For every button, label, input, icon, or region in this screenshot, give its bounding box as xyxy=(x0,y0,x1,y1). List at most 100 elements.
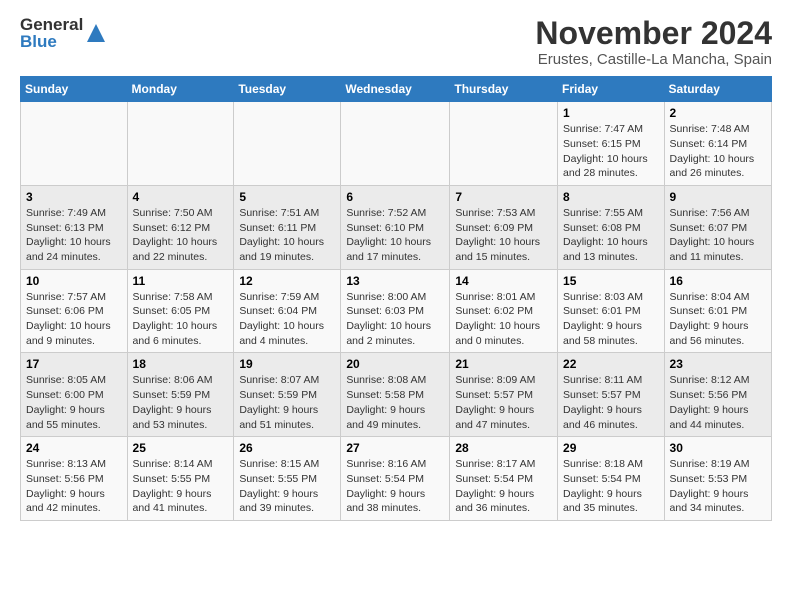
day-info: Sunrise: 8:03 AMSunset: 6:01 PMDaylight:… xyxy=(563,290,659,349)
day-number: 30 xyxy=(670,441,766,455)
day-number: 22 xyxy=(563,357,659,371)
day-number: 17 xyxy=(26,357,122,371)
day-number: 15 xyxy=(563,274,659,288)
calendar-cell: 10 Sunrise: 7:57 AMSunset: 6:06 PMDayligh… xyxy=(21,269,128,353)
day-info: Sunrise: 8:06 AMSunset: 5:59 PMDaylight:… xyxy=(133,373,229,432)
title-block: November 2024 Erustes, Castille-La Manch… xyxy=(535,16,772,68)
header-wednesday: Wednesday xyxy=(341,77,450,102)
calendar-cell: 28 Sunrise: 8:17 AMSunset: 5:54 PMDayligh… xyxy=(450,437,558,521)
header-thursday: Thursday xyxy=(450,77,558,102)
day-info: Sunrise: 8:17 AMSunset: 5:54 PMDaylight:… xyxy=(455,457,552,516)
day-info: Sunrise: 8:18 AMSunset: 5:54 PMDaylight:… xyxy=(563,457,659,516)
day-info: Sunrise: 7:49 AMSunset: 6:13 PMDaylight:… xyxy=(26,206,122,265)
day-number: 6 xyxy=(346,190,444,204)
calendar-week-row: 17 Sunrise: 8:05 AMSunset: 6:00 PMDayligh… xyxy=(21,353,772,437)
day-info: Sunrise: 7:55 AMSunset: 6:08 PMDaylight:… xyxy=(563,206,659,265)
calendar-cell xyxy=(234,102,341,186)
calendar-cell: 2 Sunrise: 7:48 AMSunset: 6:14 PMDaylight… xyxy=(664,102,771,186)
day-info: Sunrise: 7:48 AMSunset: 6:14 PMDaylight:… xyxy=(670,122,766,181)
calendar-cell: 9 Sunrise: 7:56 AMSunset: 6:07 PMDaylight… xyxy=(664,185,771,269)
day-info: Sunrise: 7:51 AMSunset: 6:11 PMDaylight:… xyxy=(239,206,335,265)
calendar-cell: 18 Sunrise: 8:06 AMSunset: 5:59 PMDayligh… xyxy=(127,353,234,437)
day-number: 11 xyxy=(133,274,229,288)
calendar-cell: 24 Sunrise: 8:13 AMSunset: 5:56 PMDayligh… xyxy=(21,437,128,521)
day-number: 8 xyxy=(563,190,659,204)
calendar-cell xyxy=(341,102,450,186)
day-info: Sunrise: 7:57 AMSunset: 6:06 PMDaylight:… xyxy=(26,290,122,349)
day-number: 5 xyxy=(239,190,335,204)
day-info: Sunrise: 7:47 AMSunset: 6:15 PMDaylight:… xyxy=(563,122,659,181)
header-monday: Monday xyxy=(127,77,234,102)
location-subtitle: Erustes, Castille-La Mancha, Spain xyxy=(535,51,772,68)
day-info: Sunrise: 8:11 AMSunset: 5:57 PMDaylight:… xyxy=(563,373,659,432)
month-title: November 2024 xyxy=(535,16,772,51)
calendar-cell: 16 Sunrise: 8:04 AMSunset: 6:01 PMDayligh… xyxy=(664,269,771,353)
calendar-cell: 29 Sunrise: 8:18 AMSunset: 5:54 PMDayligh… xyxy=(558,437,665,521)
calendar-week-row: 1 Sunrise: 7:47 AMSunset: 6:15 PMDaylight… xyxy=(21,102,772,186)
day-number: 29 xyxy=(563,441,659,455)
day-info: Sunrise: 7:52 AMSunset: 6:10 PMDaylight:… xyxy=(346,206,444,265)
day-info: Sunrise: 8:14 AMSunset: 5:55 PMDaylight:… xyxy=(133,457,229,516)
day-number: 9 xyxy=(670,190,766,204)
calendar-cell: 15 Sunrise: 8:03 AMSunset: 6:01 PMDayligh… xyxy=(558,269,665,353)
calendar-cell: 11 Sunrise: 7:58 AMSunset: 6:05 PMDayligh… xyxy=(127,269,234,353)
day-number: 4 xyxy=(133,190,229,204)
day-number: 13 xyxy=(346,274,444,288)
page-header: General Blue November 2024 Erustes, Cast… xyxy=(20,16,772,68)
day-info: Sunrise: 8:16 AMSunset: 5:54 PMDaylight:… xyxy=(346,457,444,516)
day-info: Sunrise: 8:08 AMSunset: 5:58 PMDaylight:… xyxy=(346,373,444,432)
day-number: 2 xyxy=(670,106,766,120)
logo-general: General xyxy=(20,16,83,33)
day-number: 3 xyxy=(26,190,122,204)
header-friday: Friday xyxy=(558,77,665,102)
day-number: 12 xyxy=(239,274,335,288)
day-number: 25 xyxy=(133,441,229,455)
day-info: Sunrise: 8:09 AMSunset: 5:57 PMDaylight:… xyxy=(455,373,552,432)
calendar-week-row: 24 Sunrise: 8:13 AMSunset: 5:56 PMDayligh… xyxy=(21,437,772,521)
day-number: 24 xyxy=(26,441,122,455)
calendar-cell: 21 Sunrise: 8:09 AMSunset: 5:57 PMDayligh… xyxy=(450,353,558,437)
day-info: Sunrise: 8:04 AMSunset: 6:01 PMDaylight:… xyxy=(670,290,766,349)
day-number: 21 xyxy=(455,357,552,371)
calendar-cell xyxy=(127,102,234,186)
calendar-cell: 1 Sunrise: 7:47 AMSunset: 6:15 PMDaylight… xyxy=(558,102,665,186)
calendar-cell: 14Sunrise: 8:01 AMSunset: 6:02 PMDayligh… xyxy=(450,269,558,353)
calendar-week-row: 10 Sunrise: 7:57 AMSunset: 6:06 PMDayligh… xyxy=(21,269,772,353)
day-info: Sunrise: 8:01 AMSunset: 6:02 PMDaylight:… xyxy=(455,290,552,349)
calendar-cell: 12Sunrise: 7:59 AMSunset: 6:04 PMDayligh… xyxy=(234,269,341,353)
day-number: 1 xyxy=(563,106,659,120)
calendar-cell: 27Sunrise: 8:16 AMSunset: 5:54 PMDayligh… xyxy=(341,437,450,521)
calendar-cell: 30 Sunrise: 8:19 AMSunset: 5:53 PMDayligh… xyxy=(664,437,771,521)
header-tuesday: Tuesday xyxy=(234,77,341,102)
day-info: Sunrise: 8:15 AMSunset: 5:55 PMDaylight:… xyxy=(239,457,335,516)
calendar-cell: 26Sunrise: 8:15 AMSunset: 5:55 PMDayligh… xyxy=(234,437,341,521)
day-number: 16 xyxy=(670,274,766,288)
calendar-cell: 17 Sunrise: 8:05 AMSunset: 6:00 PMDayligh… xyxy=(21,353,128,437)
calendar-cell: 8 Sunrise: 7:55 AMSunset: 6:08 PMDaylight… xyxy=(558,185,665,269)
calendar-cell: 23 Sunrise: 8:12 AMSunset: 5:56 PMDayligh… xyxy=(664,353,771,437)
logo: General Blue xyxy=(20,16,107,50)
day-number: 23 xyxy=(670,357,766,371)
day-info: Sunrise: 7:58 AMSunset: 6:05 PMDaylight:… xyxy=(133,290,229,349)
day-info: Sunrise: 7:53 AMSunset: 6:09 PMDaylight:… xyxy=(455,206,552,265)
day-number: 18 xyxy=(133,357,229,371)
logo-icon xyxy=(85,22,107,44)
calendar-cell: 20 Sunrise: 8:08 AMSunset: 5:58 PMDayligh… xyxy=(341,353,450,437)
calendar-cell: 4Sunrise: 7:50 AMSunset: 6:12 PMDaylight… xyxy=(127,185,234,269)
day-info: Sunrise: 7:56 AMSunset: 6:07 PMDaylight:… xyxy=(670,206,766,265)
day-info: Sunrise: 8:13 AMSunset: 5:56 PMDaylight:… xyxy=(26,457,122,516)
day-info: Sunrise: 8:05 AMSunset: 6:00 PMDaylight:… xyxy=(26,373,122,432)
day-number: 10 xyxy=(26,274,122,288)
day-number: 20 xyxy=(346,357,444,371)
day-number: 7 xyxy=(455,190,552,204)
calendar-cell: 25 Sunrise: 8:14 AMSunset: 5:55 PMDayligh… xyxy=(127,437,234,521)
calendar-table: SundayMondayTuesdayWednesdayThursdayFrid… xyxy=(20,76,772,521)
day-info: Sunrise: 8:12 AMSunset: 5:56 PMDaylight:… xyxy=(670,373,766,432)
calendar-cell: 13Sunrise: 8:00 AMSunset: 6:03 PMDayligh… xyxy=(341,269,450,353)
day-number: 19 xyxy=(239,357,335,371)
calendar-cell: 6 Sunrise: 7:52 AMSunset: 6:10 PMDaylight… xyxy=(341,185,450,269)
day-number: 28 xyxy=(455,441,552,455)
day-info: Sunrise: 8:19 AMSunset: 5:53 PMDaylight:… xyxy=(670,457,766,516)
header-saturday: Saturday xyxy=(664,77,771,102)
calendar-cell xyxy=(450,102,558,186)
